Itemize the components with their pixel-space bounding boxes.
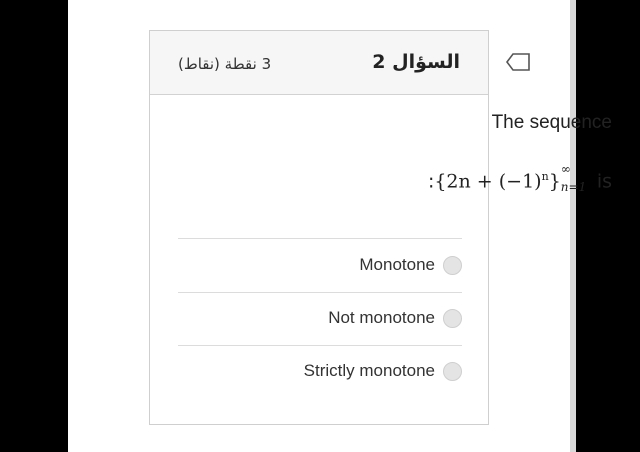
divider bbox=[178, 238, 462, 239]
formula-sup: ∞ bbox=[560, 161, 571, 176]
question-title: السؤال 2 bbox=[372, 51, 460, 73]
flag-question-icon[interactable] bbox=[505, 52, 531, 72]
formula-limits: ∞ n=1 bbox=[560, 162, 591, 194]
formula-sub: n=1 bbox=[560, 179, 587, 194]
question-text: The sequence bbox=[491, 112, 612, 133]
page-edge bbox=[570, 0, 576, 452]
radio-button[interactable] bbox=[443, 361, 462, 381]
formula-suffix: is bbox=[590, 170, 612, 193]
radio-button[interactable] bbox=[443, 255, 462, 275]
formula-exponent: n bbox=[541, 170, 549, 183]
question-header: السؤال 2 3 نقطة (نقاط) bbox=[150, 31, 488, 95]
question-formula: :{2n + (−1)n} ∞ n=1 is bbox=[428, 162, 612, 194]
question-points: 3 نقطة (نقاط) bbox=[178, 55, 272, 73]
option-not-monotone[interactable]: Not monotone bbox=[328, 305, 462, 331]
option-label: Strictly monotone bbox=[303, 361, 435, 380]
formula-close: } bbox=[548, 170, 561, 193]
option-strictly-monotone[interactable]: Strictly monotone bbox=[304, 358, 462, 384]
divider bbox=[178, 292, 462, 293]
radio-button[interactable] bbox=[443, 308, 462, 328]
formula-main: {2n + (−1) bbox=[434, 170, 542, 193]
option-label: Monotone bbox=[359, 255, 435, 274]
option-monotone[interactable]: Monotone bbox=[359, 252, 462, 278]
divider bbox=[178, 345, 462, 346]
option-label: Not monotone bbox=[328, 308, 435, 327]
